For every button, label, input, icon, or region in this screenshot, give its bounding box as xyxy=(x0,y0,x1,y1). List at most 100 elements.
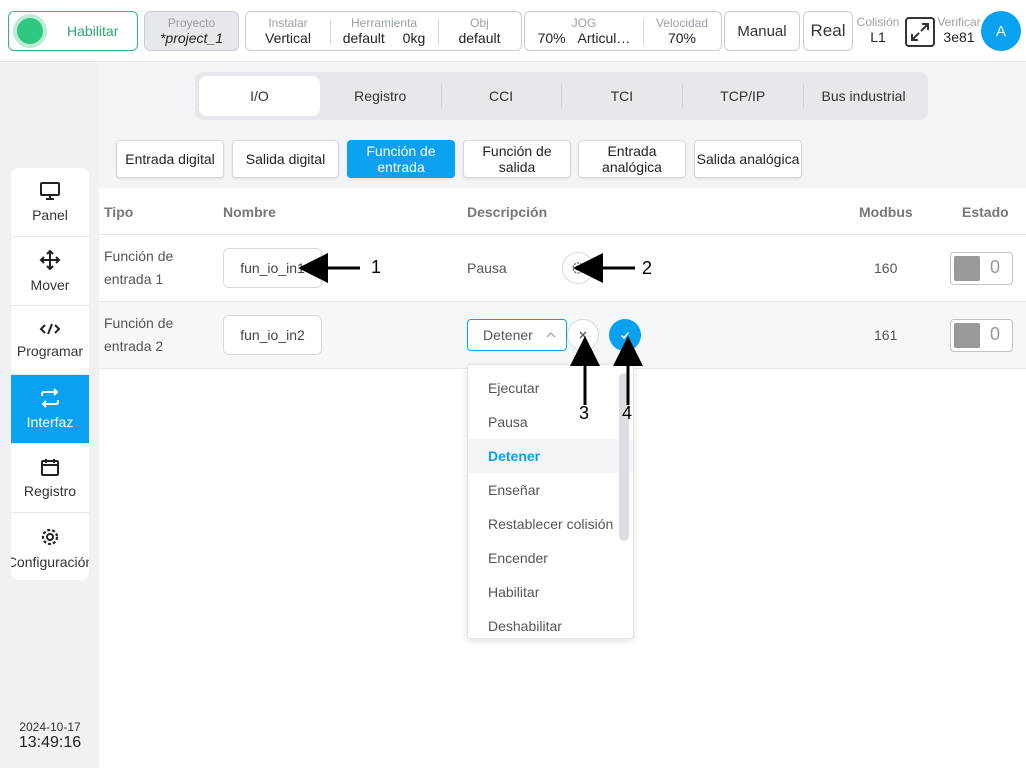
annotation-label-4: 4 xyxy=(622,403,633,423)
table-row: Función de entrada 1 fun_io_in1 Pausa 16… xyxy=(99,235,1026,302)
cancel-button[interactable] xyxy=(567,319,599,351)
state-switch xyxy=(954,323,980,348)
row-name-field[interactable]: fun_io_in2 xyxy=(223,315,322,355)
expand-icon[interactable] xyxy=(904,16,936,48)
tool-weight: 0kg xyxy=(402,30,426,46)
table-header: Tipo Nombre Descripción Modbus Estado xyxy=(99,188,1026,235)
project-label: Proyecto xyxy=(167,16,216,30)
tab-registro[interactable]: Registro xyxy=(320,76,441,116)
obj-cell[interactable]: Obj default xyxy=(438,16,521,47)
dropdown-option-selected[interactable]: Detener xyxy=(468,439,633,473)
tab-tcpip[interactable]: TCP/IP xyxy=(682,76,803,116)
dropdown-option[interactable]: Encender xyxy=(468,541,633,575)
install-cell[interactable]: Instalar Vertical xyxy=(246,16,330,47)
real-mode-button[interactable]: Real xyxy=(803,11,853,51)
dropdown-scrollbar[interactable] xyxy=(619,373,629,541)
manual-mode-button[interactable]: Manual xyxy=(724,11,800,51)
tab-bus-industrial[interactable]: Bus industrial xyxy=(803,76,924,116)
collision-value: L1 xyxy=(870,29,886,45)
collision-indicator[interactable]: Colisión L1 xyxy=(856,15,900,46)
top-bar: Habilitar Proyecto *project_1 Instalar V… xyxy=(0,0,1026,62)
confirm-button[interactable] xyxy=(609,319,641,351)
project-indicator[interactable]: Proyecto *project_1 xyxy=(144,11,239,51)
tool-cell[interactable]: Herramienta default 0kg xyxy=(330,16,438,47)
annotation-label-3: 3 xyxy=(579,403,590,423)
subtab-analog-input[interactable]: Entrada analógica xyxy=(578,140,686,178)
sidebar-item-panel[interactable]: Panel xyxy=(11,168,89,237)
gear-icon xyxy=(41,528,59,545)
tab-io[interactable]: I/O xyxy=(199,76,320,116)
speed-cell[interactable]: Velocidad 70% xyxy=(643,16,721,47)
sidebar-item-move[interactable]: Mover xyxy=(11,237,89,306)
header-description: Descripción xyxy=(467,204,548,220)
sidebar-item-settings[interactable]: Configuración xyxy=(11,513,89,580)
install-value: Vertical xyxy=(265,30,311,46)
select-value: Detener xyxy=(483,327,533,343)
swap-icon xyxy=(41,388,59,408)
install-tool-obj-group[interactable]: Instalar Vertical Herramienta default 0k… xyxy=(245,11,522,51)
sidebar-item-program[interactable]: Programar xyxy=(11,306,89,375)
tool-value: default 0kg xyxy=(330,30,438,47)
subtab-output-function[interactable]: Función de salida xyxy=(463,140,571,178)
table-row: Función de entrada 2 fun_io_in2 Detener … xyxy=(99,302,1026,369)
state-value: 0 xyxy=(990,324,1001,344)
time-text: 13:49:16 xyxy=(18,734,82,751)
row-modbus: 161 xyxy=(874,327,898,343)
dropdown-option[interactable]: Restablecer colisión xyxy=(468,507,633,541)
state-value: 0 xyxy=(990,257,1001,277)
row-type: Función de entrada 2 xyxy=(104,315,174,354)
code-icon xyxy=(39,323,61,335)
sidebar-item-label: Registro xyxy=(23,483,77,499)
enable-label: Habilitar xyxy=(67,23,119,39)
sidebar-item-label: Interfaz xyxy=(26,414,74,430)
dropdown-option[interactable]: Pausa xyxy=(468,405,633,439)
subtab-digital-output[interactable]: Salida digital xyxy=(232,140,339,178)
tool-label: Herramienta xyxy=(350,16,418,30)
enable-button[interactable]: Habilitar xyxy=(8,11,138,51)
header-type: Tipo xyxy=(104,204,134,220)
sidebar-item-label: Programar xyxy=(16,343,84,359)
description-dropdown: Ejecutar Pausa Detener Enseñar Restablec… xyxy=(467,364,634,639)
move-icon xyxy=(39,249,61,271)
verify-indicator[interactable]: Verificar 3e81 xyxy=(936,15,982,46)
main-tabs: I/O Registro CCI TCI TCP/IP Bus industri… xyxy=(195,72,928,120)
status-led-icon xyxy=(17,18,43,44)
state-switch xyxy=(954,256,980,281)
tab-cci[interactable]: CCI xyxy=(440,76,562,116)
state-indicator: 0 xyxy=(950,319,1013,352)
tab-tci[interactable]: TCI xyxy=(561,76,682,116)
subtab-input-function[interactable]: Función de entrada xyxy=(347,140,455,178)
sidebar-item-log[interactable]: Registro xyxy=(11,444,89,513)
install-label: Instalar xyxy=(268,16,308,30)
dropdown-option[interactable]: Deshabilitar xyxy=(468,609,633,638)
speed-value: 70% xyxy=(667,30,697,46)
tool-name: default xyxy=(342,30,385,46)
header-state: Estado xyxy=(962,204,1009,220)
row-name-field[interactable]: fun_io_in1 xyxy=(223,248,322,288)
settings-button[interactable] xyxy=(562,252,594,284)
subtab-digital-input[interactable]: Entrada digital xyxy=(116,140,224,178)
gear-icon xyxy=(572,262,584,274)
jog-cell[interactable]: JOG 70% Articul… xyxy=(525,16,643,47)
row-modbus: 160 xyxy=(874,260,898,276)
description-select[interactable]: Detener xyxy=(467,319,567,351)
dropdown-option[interactable]: Habilitar xyxy=(468,575,633,609)
dropdown-option[interactable]: Ejecutar xyxy=(468,371,633,405)
obj-label: Obj xyxy=(470,16,489,30)
subtab-analog-output[interactable]: Salida analógica xyxy=(694,140,802,178)
verify-value: 3e81 xyxy=(943,29,975,45)
datetime: 2024-10-17 13:49:16 xyxy=(0,720,100,752)
jog-value: 70% Articul… xyxy=(525,30,643,47)
sidebar-item-label: Panel xyxy=(32,207,68,223)
jog-mode: Articul… xyxy=(577,30,631,46)
check-icon xyxy=(620,332,630,340)
close-icon xyxy=(579,331,587,339)
jog-speed-group[interactable]: JOG 70% Articul… Velocidad 70% xyxy=(524,11,722,51)
sidebar: Panel Mover Programar Interfaz Registro … xyxy=(11,168,89,580)
avatar[interactable]: A xyxy=(981,11,1021,51)
sidebar-item-interface[interactable]: Interfaz xyxy=(11,375,89,444)
sidebar-item-label: Configuración xyxy=(11,553,89,570)
speed-label: Velocidad xyxy=(655,16,709,30)
dropdown-option[interactable]: Enseñar xyxy=(468,473,633,507)
project-value: *project_1 xyxy=(159,30,224,46)
